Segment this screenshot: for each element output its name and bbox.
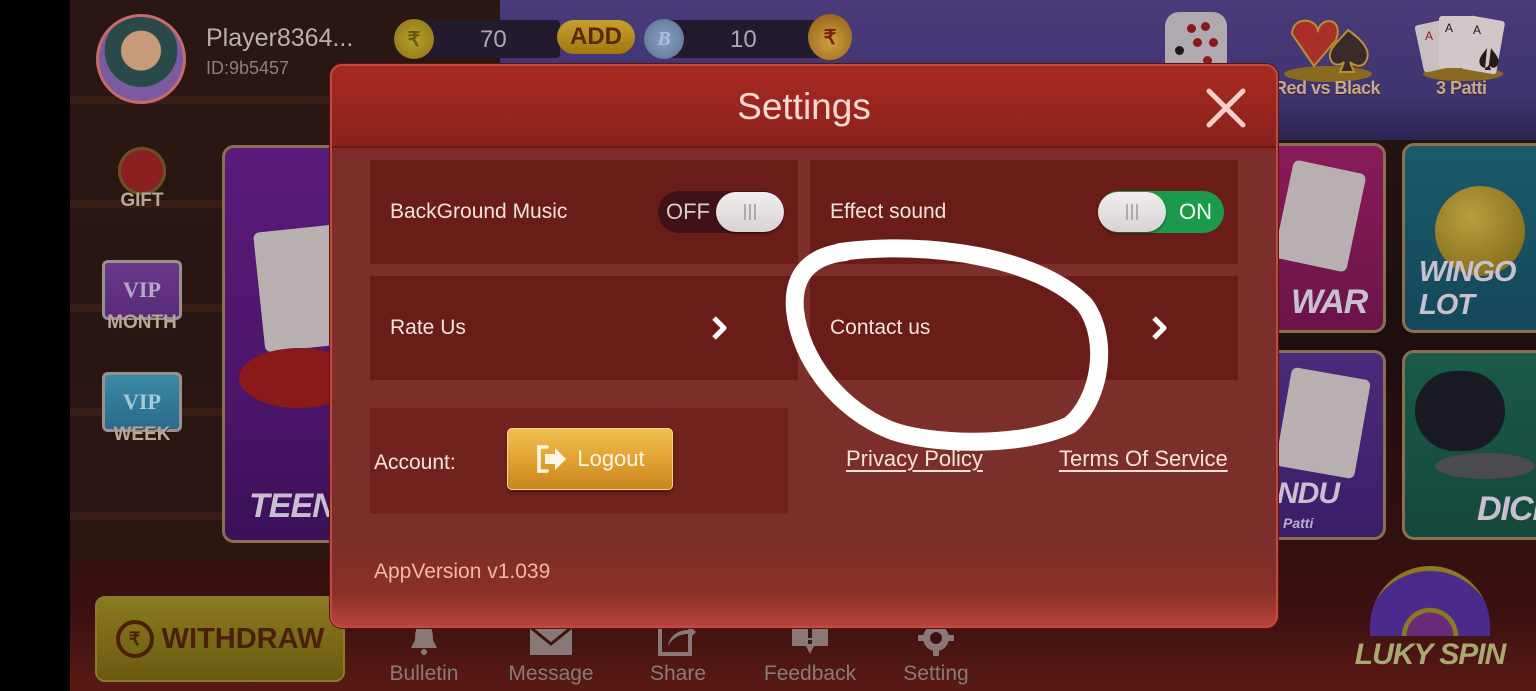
player-name: Player8364... (206, 24, 354, 52)
red-vs-black-label[interactable]: Red vs Black (1274, 78, 1381, 99)
rate-us-row[interactable]: Rate Us (370, 276, 798, 380)
bonus-balance: 10 (730, 26, 757, 53)
andar-bahar-label: NDU (1277, 477, 1340, 510)
player-id: ID:9b5457 (206, 58, 290, 78)
vip-week-icon: VIP (102, 372, 182, 432)
rate-us-label: Rate Us (390, 316, 466, 339)
vip-month-icon: VIP (102, 260, 182, 320)
privacy-policy-link[interactable]: Privacy Policy (846, 446, 983, 472)
dice-label: DICE (1477, 490, 1536, 528)
effect-sound-label: Effect sound (830, 200, 947, 223)
player-avatar[interactable] (96, 14, 186, 104)
nav-message[interactable]: Message (504, 622, 598, 686)
add-cash-button[interactable]: ADD (557, 20, 635, 54)
card-art (1274, 366, 1372, 480)
nav-feedback-label: Feedback (763, 662, 857, 685)
app-version: AppVersion v1.039 (374, 560, 551, 583)
gift-icon (102, 138, 182, 198)
toggle-knob (716, 192, 784, 232)
withdraw-button[interactable]: ₹ WITHDRAW (95, 596, 345, 682)
effect-sound-row: Effect sound ON (810, 160, 1238, 264)
chevron-right-icon (712, 316, 727, 340)
background-music-label: BackGround Music (390, 200, 568, 223)
vip-month-label: MONTH (107, 312, 177, 333)
toggle-state-label: OFF (666, 199, 710, 224)
toggle-state-label: ON (1179, 199, 1212, 224)
logout-label: Logout (577, 446, 645, 471)
3-patti-label[interactable]: 3 Patti (1436, 78, 1487, 99)
settings-dialog: Settings BackGround Music OFF Effect sou… (330, 64, 1278, 628)
cash-balance: 70 (480, 26, 507, 53)
nav-setting[interactable]: Setting (900, 620, 972, 686)
andar-bahar-sublabel: Patti (1283, 515, 1314, 531)
dice-cup-art (1415, 371, 1505, 451)
nav-setting-label: Setting (903, 662, 969, 685)
red-vs-black-game-icon[interactable] (1278, 12, 1378, 82)
withdraw-rupee-icon: ₹ (115, 620, 154, 658)
toggle-knob (1098, 192, 1166, 232)
logout-button[interactable]: Logout (507, 428, 673, 490)
side-menu-vip-week[interactable]: VIP WEEK (100, 372, 184, 446)
3-patti-game-icon[interactable]: A A A (1415, 12, 1510, 82)
svg-text:A: A (1473, 23, 1481, 37)
background-music-row: BackGround Music OFF (370, 160, 798, 264)
contact-us-row[interactable]: Contact us (810, 276, 1238, 380)
nav-share[interactable]: Share (646, 622, 710, 686)
settings-title: Settings (737, 86, 871, 127)
side-menu-gift[interactable]: GIFT (100, 138, 184, 212)
nav-message-label: Message (508, 662, 594, 685)
close-button[interactable] (1204, 86, 1248, 130)
withdraw-label: WITHDRAW (161, 622, 325, 655)
spin-wheel-icon (1370, 566, 1490, 636)
wingo-lottery-label: WINGO LOT (1419, 256, 1517, 321)
terms-of-service-link[interactable]: Terms Of Service (1059, 446, 1228, 472)
contact-us-label: Contact us (830, 316, 931, 339)
chevron-right-icon (1152, 316, 1167, 340)
svg-text:A: A (1425, 29, 1433, 43)
bonus-coin-icon: B (644, 19, 684, 59)
war-label: WAR (1291, 283, 1368, 321)
game-tile-andar-bahar[interactable]: NDU Patti (1260, 350, 1386, 540)
nav-share-label: Share (649, 662, 707, 685)
game-tile-wingo-lottery[interactable]: WINGO LOT (1402, 143, 1536, 333)
rupee-pot-icon[interactable]: ₹ (808, 14, 852, 60)
game-tile-war[interactable]: WAR (1260, 143, 1386, 333)
luky-spin-button[interactable]: LUKY SPIN (1350, 566, 1510, 691)
background-music-toggle[interactable]: OFF (658, 191, 784, 233)
nav-bulletin-label: Bulletin (389, 662, 459, 685)
close-icon (1206, 88, 1246, 128)
card-art (1273, 159, 1367, 273)
game-tile-dice[interactable]: DICE (1402, 350, 1536, 540)
luky-spin-label: LUKY SPIN (1354, 638, 1506, 671)
nav-bulletin[interactable]: Bulletin (384, 622, 464, 686)
vip-week-label: WEEK (113, 424, 171, 445)
svg-text:A: A (1445, 21, 1453, 35)
gift-label: GIFT (120, 190, 164, 211)
logout-icon (537, 445, 567, 473)
account-label: Account: (374, 451, 456, 474)
rupee-coin-icon: ₹ (394, 19, 434, 59)
nav-feedback[interactable]: Feedback (760, 622, 860, 686)
side-menu-vip-month[interactable]: VIP MONTH (100, 260, 184, 334)
header-divider (332, 146, 1276, 148)
teen-patti-label: TEEN (249, 487, 337, 525)
effect-sound-toggle[interactable]: ON (1098, 191, 1224, 233)
dice-plate-art (1435, 453, 1535, 479)
